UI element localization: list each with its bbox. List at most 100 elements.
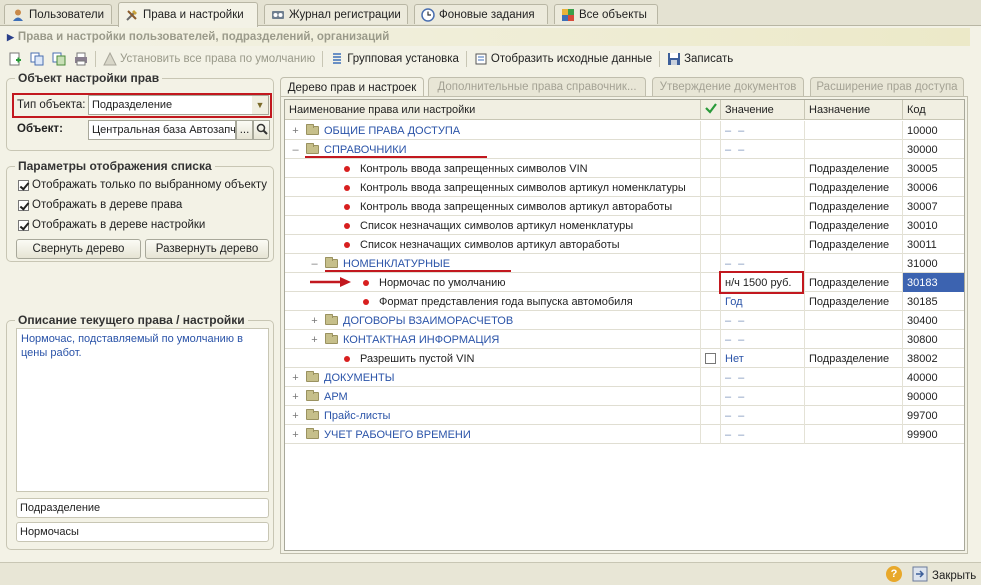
expand-plus-icon[interactable]: + [291,429,300,441]
purpose-cell[interactable] [805,311,903,330]
expand-plus-icon[interactable]: + [291,372,300,384]
code-cell[interactable]: 30000 [903,140,964,159]
col-header-name[interactable]: Наименование права или настройки [285,100,701,120]
purpose-cell[interactable] [805,254,903,273]
group-set-button[interactable]: Групповая установка [326,49,463,69]
tab-additional-rights[interactable]: Дополнительные права справочник... [428,77,646,96]
purpose-cell[interactable]: Подразделение [805,197,903,216]
show-source-button[interactable]: Отобразить исходные данные [470,49,656,69]
value-cell[interactable]: Нет [721,349,805,368]
name-cell[interactable]: Список незначащих символов артикул автор… [285,235,701,254]
tab-doc-approval[interactable]: Утверждение документов [652,77,804,96]
save-button[interactable]: Записать [663,49,737,69]
value-cell[interactable]: – – [721,311,805,330]
table-row[interactable]: + КОНТАКТНАЯ ИНФОРМАЦИЯ – – 30800 [285,330,964,349]
code-cell[interactable]: 30185 [903,292,964,311]
table-row[interactable]: + АРМ – – 90000 [285,387,964,406]
collapse-minus-icon[interactable]: – [310,258,319,270]
code-cell[interactable]: 99900 [903,425,964,444]
table-row[interactable]: Контроль ввода запрещенных символов VIN П… [285,159,964,178]
col-header-check[interactable] [701,100,721,120]
check-cell[interactable] [701,387,721,406]
check-cell[interactable] [701,235,721,254]
tab-all-objects[interactable]: Все объекты [554,4,658,24]
collapse-minus-icon[interactable]: – [291,144,300,156]
check-cell[interactable] [701,273,721,292]
name-cell[interactable]: + АРМ [285,387,701,406]
purpose-cell[interactable]: Подразделение [805,235,903,254]
name-cell[interactable]: Разрешить пустой VIN [285,349,701,368]
name-cell[interactable]: + ОБЩИЕ ПРАВА ДОСТУПА [285,121,701,140]
checkbox-checked-icon[interactable] [18,219,29,231]
value-cell[interactable] [721,216,805,235]
code-cell[interactable]: 30007 [903,197,964,216]
set-defaults-button[interactable]: Установить все права по умолчанию [99,49,319,69]
value-cell[interactable] [721,197,805,216]
checkbox-unchecked-icon[interactable] [705,353,716,364]
col-header-code[interactable]: Код [903,100,964,120]
name-cell[interactable]: Контроль ввода запрещенных символов арти… [285,197,701,216]
table-row[interactable]: Контроль ввода запрещенных символов арти… [285,178,964,197]
check-cell[interactable] [701,216,721,235]
code-cell[interactable]: 30400 [903,311,964,330]
open-object-button[interactable] [253,120,270,140]
name-cell[interactable]: + КОНТАКТНАЯ ИНФОРМАЦИЯ [285,330,701,349]
purpose-cell[interactable]: Подразделение [805,292,903,311]
check-cell[interactable] [701,197,721,216]
purpose-cell[interactable]: Подразделение [805,216,903,235]
code-cell[interactable]: 40000 [903,368,964,387]
value-cell[interactable]: – – [721,140,805,159]
value-cell[interactable]: – – [721,330,805,349]
name-cell[interactable]: + ДОКУМЕНТЫ [285,368,701,387]
table-row[interactable]: Разрешить пустой VIN Нет Подразделение 3800… [285,349,964,368]
code-cell[interactable]: 30006 [903,178,964,197]
purpose-cell[interactable] [805,330,903,349]
col-header-value[interactable]: Значение [721,100,805,120]
name-cell[interactable]: Формат представления года выпуска автомо… [285,292,701,311]
value-cell[interactable]: – – [721,121,805,140]
table-row[interactable]: Список незначащих символов артикул номен… [285,216,964,235]
tab-users[interactable]: Пользователи [4,4,112,24]
code-cell[interactable]: 30011 [903,235,964,254]
tab-access-extension[interactable]: Расширение прав доступа [810,77,964,96]
print-button[interactable] [70,49,92,69]
check-cell[interactable] [701,178,721,197]
value-cell[interactable]: – – [721,406,805,425]
object-field[interactable]: Центральная база Автозапч [88,120,236,140]
purpose-cell[interactable] [805,425,903,444]
check-cell[interactable] [701,330,721,349]
close-button[interactable]: Закрыть [912,566,976,585]
purpose-cell[interactable]: Подразделение [805,159,903,178]
value-cell[interactable]: – – [721,425,805,444]
table-row[interactable]: Формат представления года выпуска автомо… [285,292,964,311]
code-cell[interactable]: 30005 [903,159,964,178]
purpose-cell[interactable]: Подразделение [805,178,903,197]
check-cell[interactable] [701,349,721,368]
name-cell[interactable]: + Прайс-листы [285,406,701,425]
collapse-tree-button[interactable]: Свернуть дерево [16,239,141,259]
table-row[interactable]: Контроль ввода запрещенных символов арти… [285,197,964,216]
checkbox-checked-icon[interactable] [18,199,29,211]
value-cell[interactable]: Год [721,292,805,311]
name-cell[interactable]: + УЧЕТ РАБОЧЕГО ВРЕМЕНИ [285,425,701,444]
col-header-purpose[interactable]: Назначение [805,100,903,120]
check-cell[interactable] [701,425,721,444]
add-button[interactable] [4,49,26,69]
option-only-selected[interactable]: Отображать только по выбранному объекту [18,179,267,191]
code-cell[interactable]: 30010 [903,216,964,235]
table-row[interactable]: + ДОКУМЕНТЫ – – 40000 [285,368,964,387]
code-cell[interactable]: 30183 [903,273,964,292]
help-icon[interactable]: ? [886,566,902,582]
tab-rights-settings[interactable]: Права и настройки [118,2,258,27]
option-settings-tree[interactable]: Отображать в дереве настройки [18,219,205,231]
check-cell[interactable] [701,121,721,140]
code-cell[interactable]: 90000 [903,387,964,406]
value-cell[interactable]: – – [721,387,805,406]
check-cell[interactable] [701,311,721,330]
name-cell[interactable]: + ДОГОВОРЫ ВЗАИМОРАСЧЕТОВ [285,311,701,330]
name-cell[interactable]: Контроль ввода запрещенных символов арти… [285,178,701,197]
expand-tree-button[interactable]: Развернуть дерево [145,239,269,259]
purpose-cell[interactable] [805,387,903,406]
table-row[interactable]: Список незначащих символов артикул автор… [285,235,964,254]
code-cell[interactable]: 10000 [903,121,964,140]
